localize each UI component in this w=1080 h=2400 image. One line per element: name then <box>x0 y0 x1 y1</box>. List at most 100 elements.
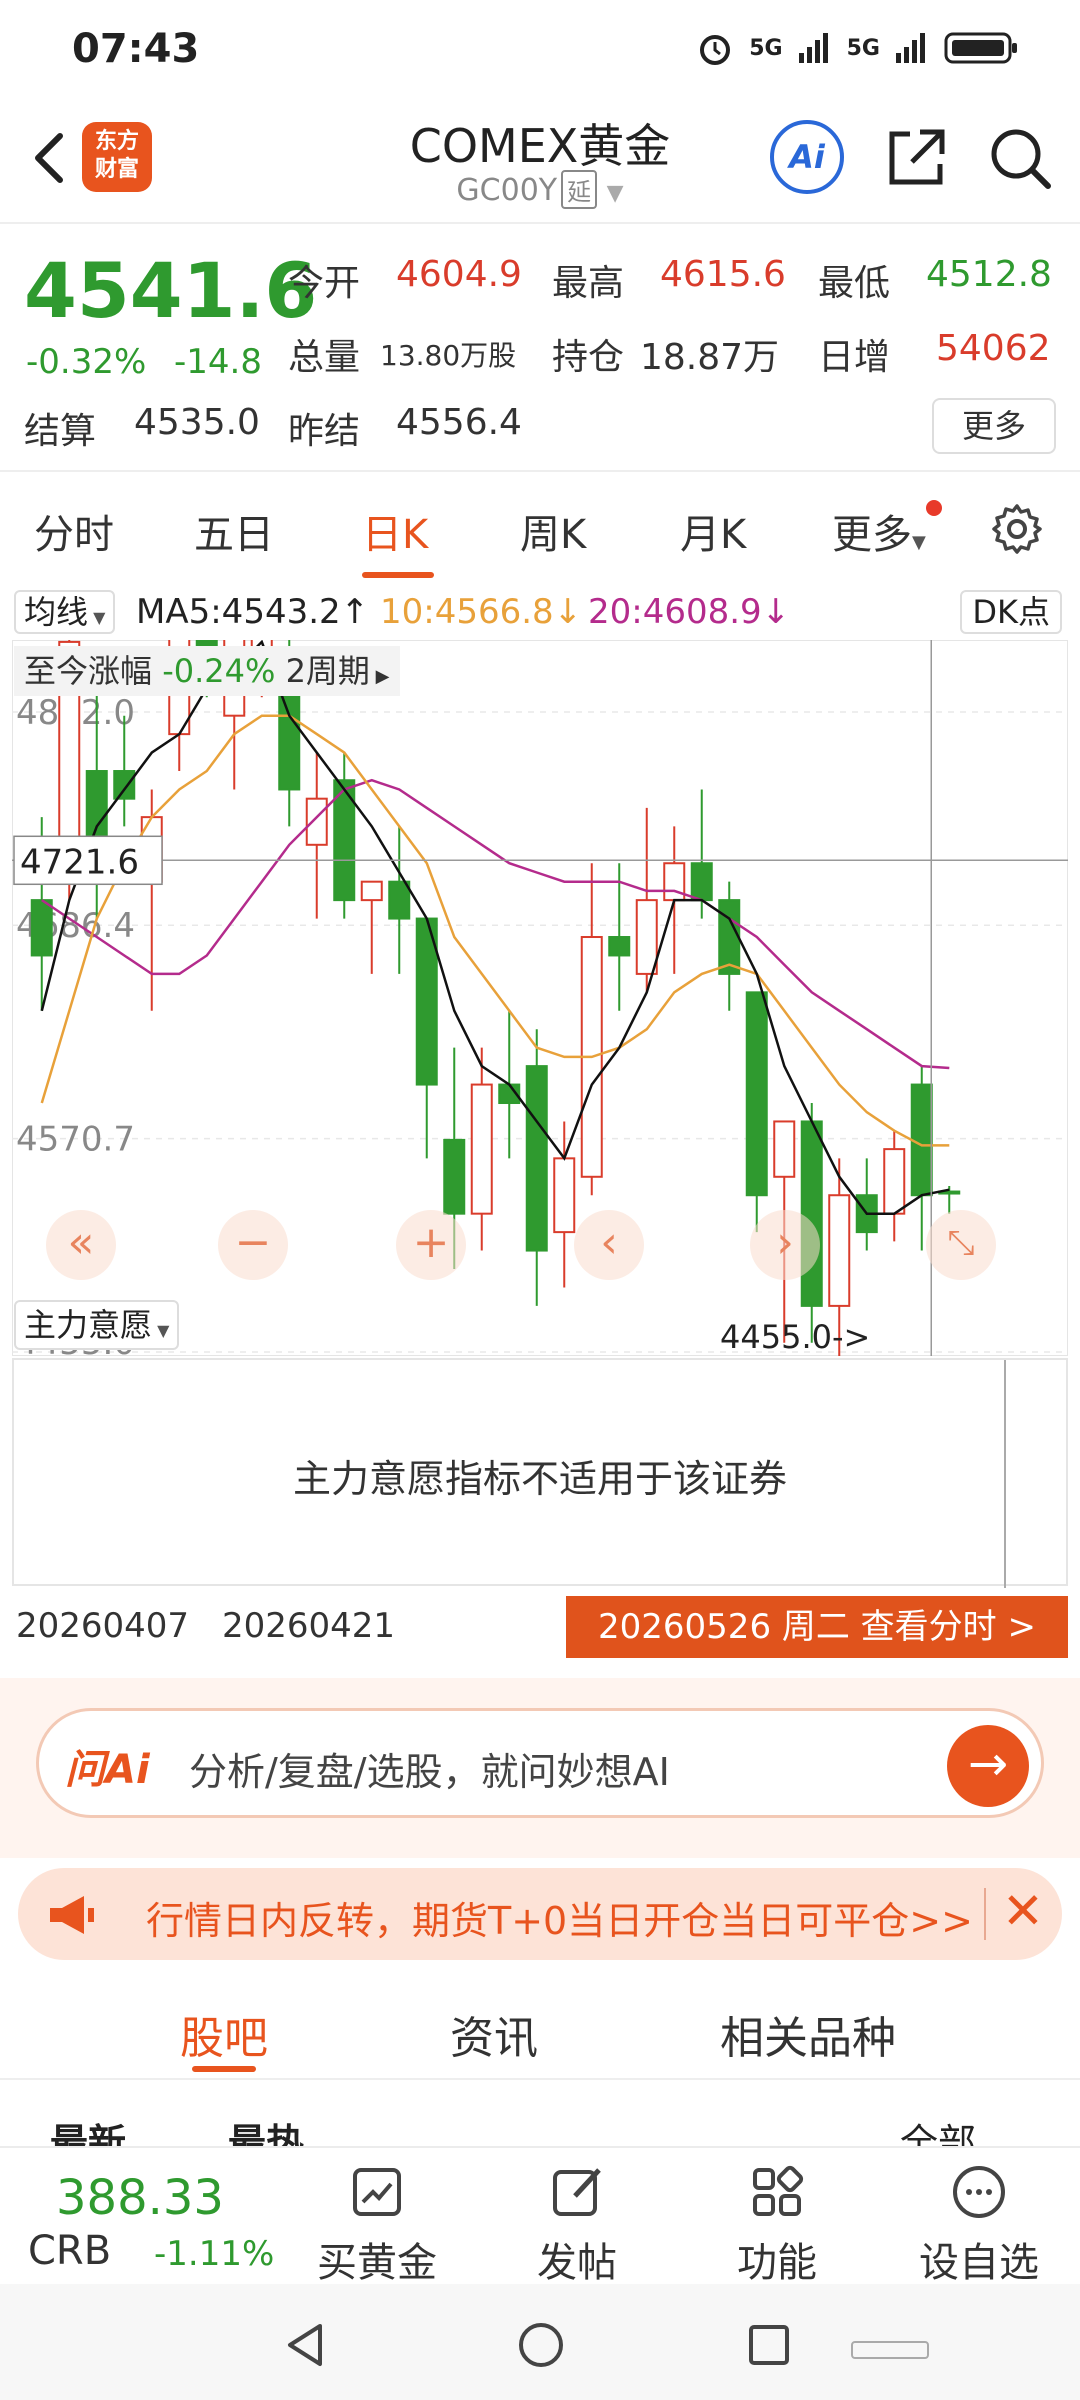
daily-inc-label: 日增 <box>818 337 891 378</box>
more-button[interactable]: 更多 <box>932 398 1056 454</box>
network-type-1: 5G <box>749 35 783 61</box>
quote-panel: 4541.6 -0.32% -14.8 今开 4604.9 最高 4615.6 … <box>0 222 1080 467</box>
add-watchlist-button[interactable]: 设自选 <box>904 2162 1054 2288</box>
recents-square-icon[interactable] <box>746 2322 792 2368</box>
date-mid: 20260421 <box>222 1606 396 1646</box>
notice-banner[interactable]: 行情日内反转，期货T+0当日开仓当日可平仓>> ✕ <box>18 1868 1062 1960</box>
alarm-icon <box>700 35 731 65</box>
volume-value: 13.80万股 <box>380 339 517 372</box>
tab-monthly-k[interactable]: 月K <box>680 502 746 560</box>
ma-select-label: 均线 <box>24 593 89 631</box>
ai-search-input[interactable]: 问Ai 分析/复盘/选股，就问妙想AI → <box>36 1708 1044 1818</box>
battery-icon <box>944 32 1017 64</box>
share-icon[interactable] <box>880 122 952 194</box>
low-label: 最低 <box>818 263 891 304</box>
chevron-down-icon: ▼ <box>606 181 624 206</box>
ma-select[interactable]: 均线 ▼ <box>14 590 116 634</box>
system-nav-bar <box>0 2284 1080 2400</box>
indicator-select[interactable]: 主力意愿 ▼ <box>14 1300 180 1350</box>
candle-body <box>30 899 53 957</box>
last-price: 4541.6 <box>24 246 318 335</box>
caret-down-icon: ▼ <box>912 532 926 553</box>
candle-body <box>305 797 328 846</box>
ma20-legend: 20:4608.9↓ <box>588 592 791 632</box>
active-tab-underline <box>362 572 434 578</box>
scroll-right-button[interactable]: › <box>750 1210 820 1280</box>
change-percent: -0.32% <box>26 342 147 382</box>
code-text: GC00Y <box>456 173 558 208</box>
tab-more-label: 更多 <box>832 512 912 558</box>
header: 东方 财富 COMEX黄金 GC00Y 延 ▼ Ai <box>0 100 1080 220</box>
status-bar: 07:43 5G 5G <box>0 0 1080 100</box>
high-value: 4615.6 <box>660 254 786 295</box>
scroll-to-start-button[interactable]: « <box>46 1210 116 1280</box>
change-value: -14.8 <box>174 342 262 382</box>
chart-up-icon <box>353 2168 401 2216</box>
search-icon[interactable] <box>984 122 1056 194</box>
chart-panel: 均线 ▼ MA5:4543.2↑ 10:4566.8↓ 20:4608.9↓ D… <box>0 582 1080 1682</box>
notification-dot <box>926 500 942 516</box>
tab-guba[interactable]: 股吧 <box>180 2002 268 2066</box>
more-dots-icon <box>953 2166 1005 2218</box>
since-period: 2周期 <box>285 652 370 690</box>
view-intraday-button[interactable]: 20260526 周二 查看分时 > <box>566 1596 1068 1658</box>
period-tabs: 分时 五日 日K 周K 月K 更多▼ <box>0 470 1080 580</box>
ai-button[interactable]: Ai <box>770 120 844 194</box>
tab-more[interactable]: 更多▼ <box>832 502 926 560</box>
candle-body <box>883 1148 906 1215</box>
crb-name: CRB <box>28 2228 112 2274</box>
tab-related[interactable]: 相关品种 <box>720 2002 896 2066</box>
clock: 07:43 <box>72 26 200 72</box>
expand-icon[interactable]: ⤡ <box>926 1210 996 1280</box>
zoom-out-button[interactable]: − <box>218 1210 288 1280</box>
arrow-right-icon[interactable]: → <box>947 1725 1029 1807</box>
functions-button[interactable]: 功能 <box>702 2162 852 2288</box>
notice-text: 行情日内反转，期货T+0当日开仓当日可平仓>> <box>146 1899 973 1943</box>
bottom-nav: 388.33 CRB -1.11% 买黄金 发帖 功能 设自选 <box>0 2146 1080 2286</box>
low-marker: 4455.0-> <box>720 1318 870 1356</box>
candle-body <box>910 1083 933 1197</box>
crosshair-value: 4721.6 <box>20 842 139 882</box>
candle-body <box>800 1120 823 1307</box>
tab-five-day[interactable]: 五日 <box>194 502 274 560</box>
indicator-panel: 主力意愿指标不适用于该证券 <box>12 1358 1068 1588</box>
tab-weekly-k[interactable]: 周K <box>520 502 586 560</box>
ma-legend-row: 均线 ▼ MA5:4543.2↑ 10:4566.8↓ 20:4608.9↓ D… <box>0 582 1080 636</box>
close-icon[interactable]: ✕ <box>1002 1882 1044 1940</box>
ma10-line <box>40 714 950 1147</box>
notice-divider <box>984 1888 986 1940</box>
candle-body <box>718 899 741 975</box>
candle-body <box>608 936 631 957</box>
dk-point-button[interactable]: DK点 <box>960 590 1062 634</box>
add-watchlist-label: 设自选 <box>919 2240 1039 2286</box>
functions-label: 功能 <box>737 2240 817 2286</box>
kline-chart[interactable]: 4802.04686.44570.74455.04721.64455.0-> <box>12 640 1068 1356</box>
prev-settle-label: 昨结 <box>288 411 361 452</box>
since-change-box[interactable]: 至今涨幅 -0.24% 2周期 ▶ <box>14 646 400 696</box>
signal-icon-2 <box>896 33 925 63</box>
crb-value[interactable]: 388.33 <box>56 2170 224 2226</box>
home-circle-icon[interactable] <box>516 2320 566 2370</box>
caret-down-icon: ▼ <box>88 608 106 627</box>
tab-intraday[interactable]: 分时 <box>34 502 114 560</box>
settle-label: 结算 <box>24 411 97 452</box>
megaphone-icon <box>50 1896 94 1934</box>
grid-icon <box>753 2165 804 2216</box>
open-label: 今开 <box>288 263 361 304</box>
candle-body <box>828 1194 851 1307</box>
scroll-left-button[interactable]: ‹ <box>574 1210 644 1280</box>
indicator-select-label: 主力意愿 <box>24 1306 153 1344</box>
zoom-in-button[interactable]: + <box>396 1210 466 1280</box>
tab-daily-k[interactable]: 日K <box>362 502 428 560</box>
gear-icon[interactable] <box>990 502 1044 556</box>
post-button[interactable]: 发帖 <box>502 2162 652 2288</box>
back-triangle-icon[interactable] <box>282 2320 328 2370</box>
buy-gold-button[interactable]: 买黄金 <box>302 2162 452 2288</box>
open-value: 4604.9 <box>396 254 522 295</box>
keyboard-toggle-icon[interactable] <box>850 2338 930 2362</box>
oi-value: 18.87万 <box>640 337 780 378</box>
since-label: 至今涨幅 <box>24 652 153 690</box>
low-value: 4512.8 <box>926 254 1052 295</box>
tab-news[interactable]: 资讯 <box>450 2002 538 2066</box>
candle-body <box>635 899 658 975</box>
